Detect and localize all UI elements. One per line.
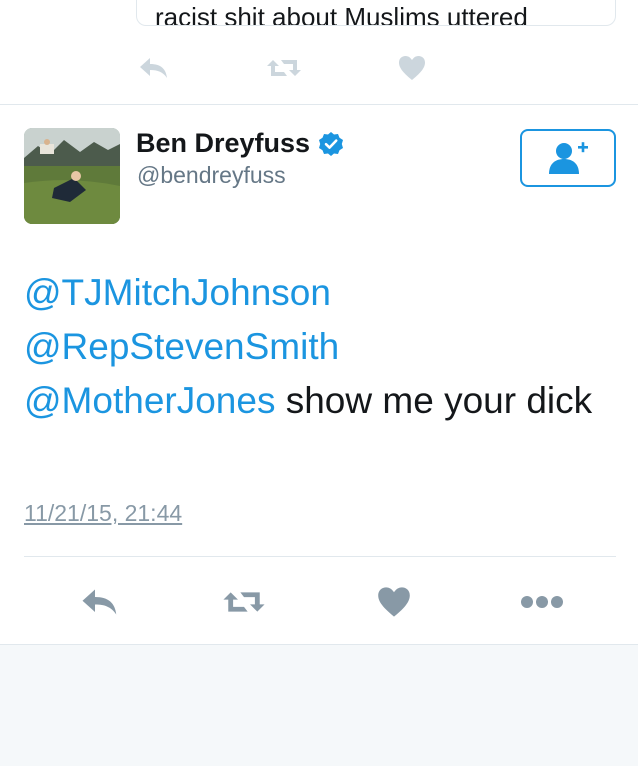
verified-badge-icon (319, 131, 344, 156)
author-name[interactable]: Ben Dreyfuss (136, 128, 310, 159)
reply-icon (140, 58, 167, 78)
retweet-button[interactable] (220, 580, 268, 624)
more-icon (521, 596, 563, 608)
previous-tweet-actions (0, 50, 638, 86)
previous-retweet-button[interactable] (264, 50, 304, 86)
like-button[interactable] (370, 580, 418, 624)
tweet-body-text: show me your dick (275, 380, 593, 421)
author-handle[interactable]: @bendreyfuss (137, 162, 286, 189)
previous-quoted-tweet[interactable]: racist shit about Muslims uttered (136, 0, 616, 26)
empty-background-area (0, 645, 638, 766)
retweet-icon (267, 60, 301, 76)
follow-user-icon (549, 142, 588, 174)
tweet-timestamp[interactable]: 11/21/15, 21:44 (24, 500, 182, 527)
tweet-text: @TJMitchJohnson @RepStevenSmith @MotherJ… (24, 266, 614, 428)
retweet-icon (223, 592, 265, 612)
mention-link[interactable]: @TJMitchJohnson (24, 272, 331, 313)
divider (24, 556, 616, 557)
previous-quote-text: racist shit about Muslims uttered (155, 2, 528, 26)
reply-icon (82, 589, 117, 615)
mention-link[interactable]: @RepStevenSmith (24, 326, 339, 367)
more-button[interactable] (518, 580, 566, 624)
heart-icon (378, 587, 410, 617)
avatar[interactable] (24, 128, 120, 224)
previous-like-button[interactable] (392, 50, 432, 86)
divider (0, 104, 638, 105)
reply-button[interactable] (76, 580, 124, 624)
follow-button[interactable] (520, 129, 616, 187)
heart-icon (399, 56, 425, 80)
author-name-row: Ben Dreyfuss (136, 128, 344, 159)
tweet-actions (0, 580, 638, 624)
avatar-image (24, 128, 120, 224)
previous-reply-button[interactable] (134, 50, 174, 86)
mention-link[interactable]: @MotherJones (24, 380, 275, 421)
